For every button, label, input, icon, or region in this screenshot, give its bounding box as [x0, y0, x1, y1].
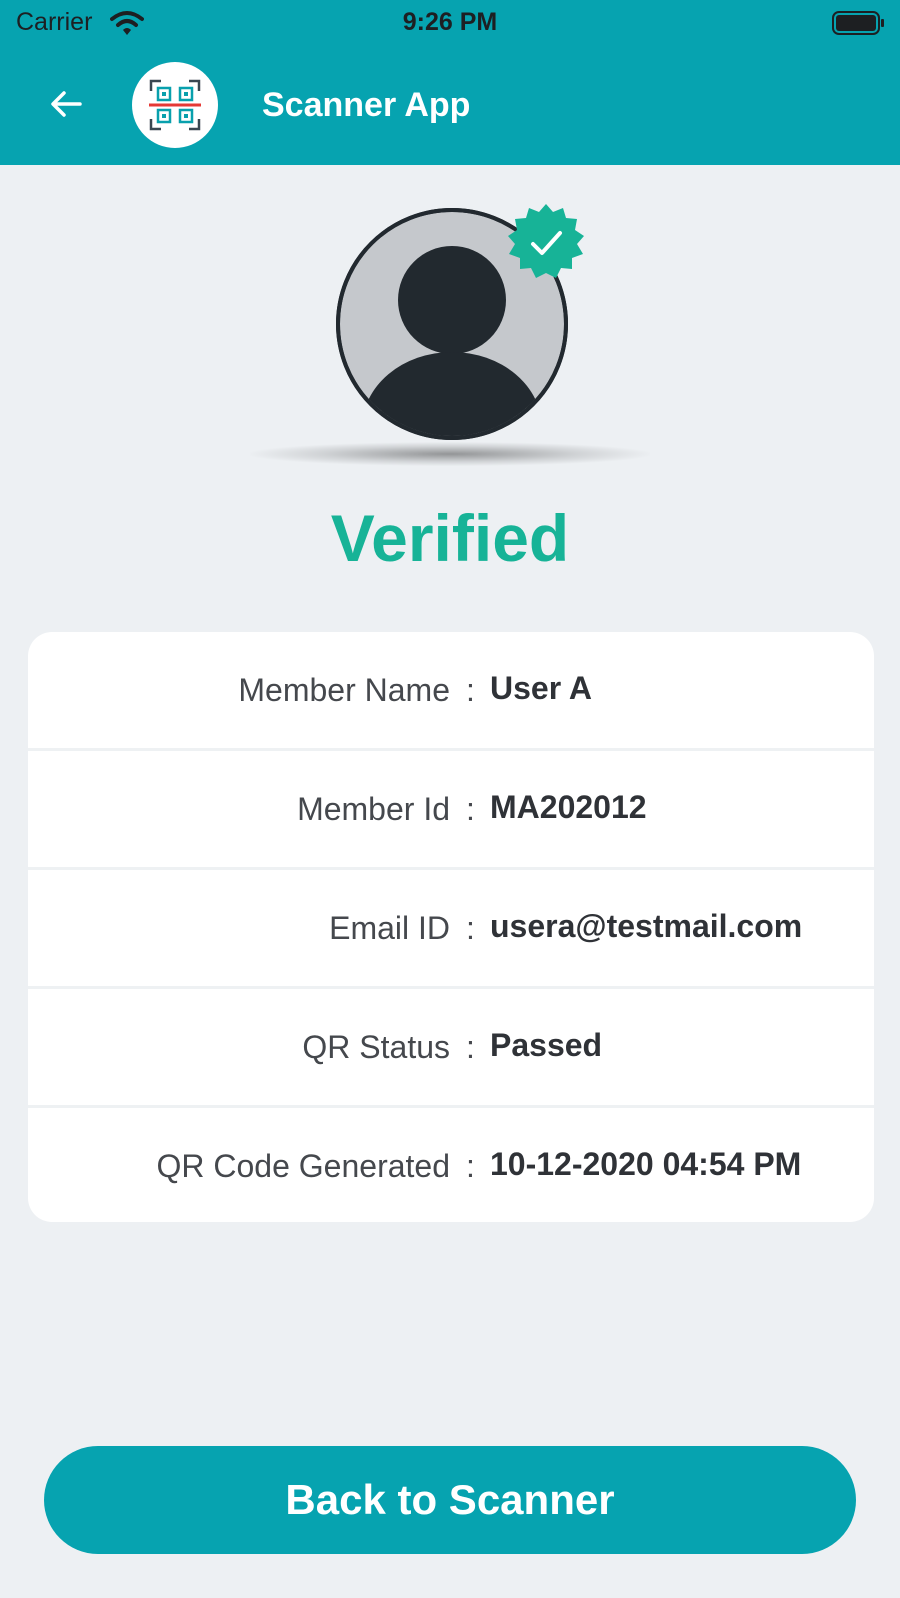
status-bar: Carrier 9:26 PM [0, 0, 900, 48]
detail-value: MA202012 [490, 789, 647, 825]
avatar-shadow [250, 442, 650, 466]
detail-value: User A [490, 670, 592, 706]
detail-separator: : [466, 1148, 475, 1184]
battery-icon [832, 11, 884, 35]
clock: 9:26 PM [402, 8, 498, 36]
member-details-card: Member Name : User A Member Id : MA20201… [28, 632, 874, 1222]
detail-separator: : [466, 910, 475, 946]
detail-separator: : [466, 1029, 475, 1065]
back-arrow-icon[interactable] [48, 86, 84, 122]
back-to-scanner-button[interactable]: Back to Scanner [44, 1446, 856, 1554]
verified-check-icon [508, 204, 584, 278]
detail-value: 10-12-2020 04:54 PM [490, 1146, 802, 1182]
detail-separator: : [466, 672, 475, 708]
detail-row-qr-status: QR Status : Passed [28, 989, 874, 1108]
detail-label: Member Name [238, 672, 450, 708]
detail-value: Passed [490, 1027, 603, 1063]
app-header: Carrier 9:26 PM Scanner App [0, 0, 900, 165]
detail-row-member-id: Member Id : MA202012 [28, 751, 874, 870]
detail-label: Email ID [329, 910, 450, 946]
verification-status: Verified [330, 501, 570, 575]
detail-row-qr-generated: QR Code Generated : 10-12-2020 04:54 PM [28, 1108, 874, 1222]
detail-row-email: Email ID : usera@testmail.com [28, 870, 874, 989]
detail-label: QR Code Generated [156, 1148, 451, 1184]
detail-label: Member Id [297, 791, 450, 827]
detail-value: usera@testmail.com [490, 908, 803, 944]
qr-scanner-icon [149, 79, 201, 131]
detail-row-member-name: Member Name : User A [28, 632, 874, 751]
detail-label: QR Status [302, 1029, 450, 1065]
app-title: Scanner App [262, 86, 471, 124]
detail-separator: : [466, 791, 475, 827]
app-logo [132, 62, 218, 148]
